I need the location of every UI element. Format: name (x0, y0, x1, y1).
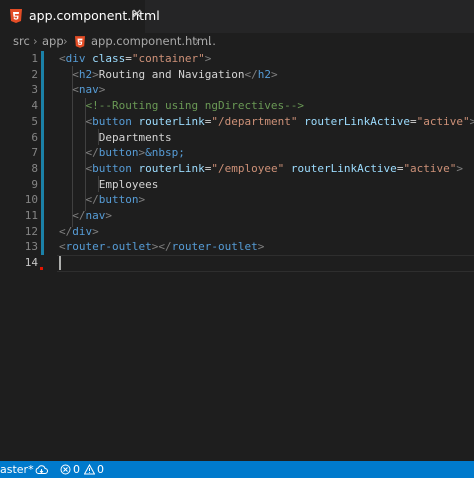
breadcrumb-separator: › (195, 34, 200, 48)
html5-icon (10, 9, 22, 23)
code-line-2: <h2>Routing and Navigation</h2> (72, 67, 278, 81)
warning-count[interactable]: 0 (97, 462, 104, 477)
line-number: 8 (31, 161, 38, 175)
code-line-8: <button routerLink="/employee" routerLin… (85, 161, 464, 175)
code-line-7: </button>&nbsp; (85, 146, 185, 160)
code-line-9: Employees (98, 177, 159, 191)
breadcrumb-separator: › (33, 34, 38, 48)
code-line-13: <router-outlet></router-outlet> (59, 240, 265, 254)
breadcrumb: src › app › app.component.html › ... (0, 33, 474, 51)
code-line-10: </button> (85, 193, 146, 207)
line-number: 3 (31, 83, 38, 97)
line-number-active: 14 (24, 256, 38, 270)
line-number: 4 (31, 99, 38, 113)
code-line-3: <nav> (72, 83, 106, 97)
warning-icon[interactable] (84, 464, 95, 475)
code-line-6: Departments (98, 130, 172, 144)
git-branch[interactable]: aster* (0, 462, 34, 477)
line-number: 12 (24, 224, 38, 238)
line-number: 6 (31, 130, 38, 144)
text-cursor (59, 256, 61, 270)
line-number: 2 (31, 67, 38, 81)
line-number: 1 (31, 52, 38, 65)
error-count[interactable]: 0 (73, 462, 80, 477)
code-line-4: <!--Routing using ngDirectives--> (85, 99, 305, 113)
line-number: 11 (24, 209, 38, 222)
tab-app-component-html[interactable]: app.component.html ✕ (0, 0, 160, 33)
breadcrumb-src[interactable]: src (13, 34, 30, 48)
current-line-highlight (57, 255, 474, 272)
cloud-sync-icon[interactable] (35, 464, 48, 475)
breadcrumb-app[interactable]: app (42, 34, 64, 48)
line-number: 5 (31, 114, 38, 128)
tab-bar: app.component.html ✕ (0, 0, 474, 33)
code-line-1: <div class="container"> (59, 52, 212, 65)
line-number: 7 (31, 146, 38, 160)
git-deleted-indicator (40, 267, 43, 270)
code-line-11: </nav> (72, 209, 112, 222)
line-number: 10 (24, 193, 38, 207)
breadcrumb-ellipsis[interactable]: ... (205, 34, 216, 48)
breadcrumb-separator: › (63, 34, 68, 48)
git-modified-indicator (41, 51, 44, 255)
editor-window: app.component.html ✕ src › app › app.com… (0, 0, 474, 478)
code-line-12: </div> (59, 224, 99, 238)
status-bar: aster* 0 0 (0, 461, 474, 478)
error-icon[interactable] (60, 464, 71, 475)
line-number: 9 (31, 177, 38, 191)
code-editor[interactable]: 1 2 3 4 5 6 7 8 9 10 11 12 13 14 <div cl… (0, 51, 474, 461)
breadcrumb-file[interactable]: app.component.html (91, 34, 211, 48)
line-number: 13 (24, 240, 38, 254)
code-line-5: <button routerLink="/department" routerL… (85, 114, 474, 128)
html5-icon (75, 36, 85, 48)
close-icon[interactable]: ✕ (131, 8, 143, 22)
